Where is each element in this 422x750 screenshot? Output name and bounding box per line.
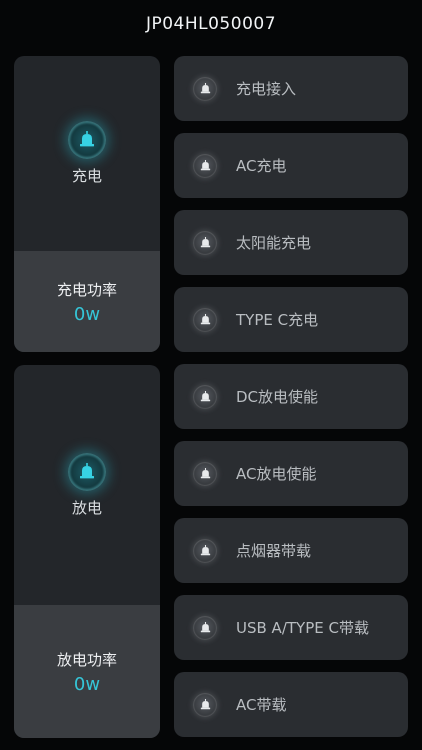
device-id-title: JP04HL050007 [145,14,277,34]
charge-power: 充电功率 0w [14,251,160,352]
bell-icon [68,452,106,491]
status-item-dc-discharge[interactable]: DC放电使能 [174,364,408,429]
status-item-label: AC带载 [236,696,287,714]
status-item-cigarette-load[interactable]: 点烟器带载 [174,518,408,583]
discharge-status: 放电 [14,365,160,605]
charge-power-label: 充电功率 [56,280,117,299]
discharge-label: 放电 [71,498,102,517]
bell-icon [193,615,217,640]
bell-icon [193,230,217,255]
status-item-ac-discharge[interactable]: AC放电使能 [174,441,408,506]
bell-icon [193,692,217,717]
bell-icon [193,76,217,101]
status-item-usb-load[interactable]: USB A/TYPE C带载 [174,595,408,660]
bell-icon [193,153,217,178]
bell-icon [193,538,217,563]
status-item-label: USB A/TYPE C带载 [236,619,369,637]
charge-status: 充电 [14,56,160,251]
status-item-charge-connected[interactable]: 充电接入 [174,56,408,121]
status-item-label: 点烟器带载 [236,542,312,560]
status-item-label: TYPE C充电 [236,311,319,329]
status-item-label: 太阳能充电 [236,234,312,252]
status-item-label: AC放电使能 [236,465,317,483]
charge-label: 充电 [71,167,102,185]
bell-icon [193,384,217,409]
charge-panel: 充电 充电功率 0w [14,56,160,352]
discharge-power-value: 0w [73,673,101,695]
status-item-label: DC放电使能 [236,388,319,406]
status-item-ac-load[interactable]: AC带载 [174,672,408,737]
discharge-power: 放电功率 0w [14,605,160,738]
discharge-power-label: 放电功率 [56,650,117,669]
status-item-typec-charge[interactable]: TYPE C充电 [174,287,408,352]
status-item-label: 充电接入 [236,80,297,98]
bell-icon [193,307,217,332]
status-item-label: AC充电 [236,157,287,175]
bell-icon [193,461,217,486]
charge-power-value: 0w [73,303,101,325]
status-item-solar-charge[interactable]: 太阳能充电 [174,210,408,275]
bell-icon [68,121,106,159]
discharge-panel: 放电 放电功率 0w [14,365,160,738]
status-item-ac-charge[interactable]: AC充电 [174,133,408,198]
